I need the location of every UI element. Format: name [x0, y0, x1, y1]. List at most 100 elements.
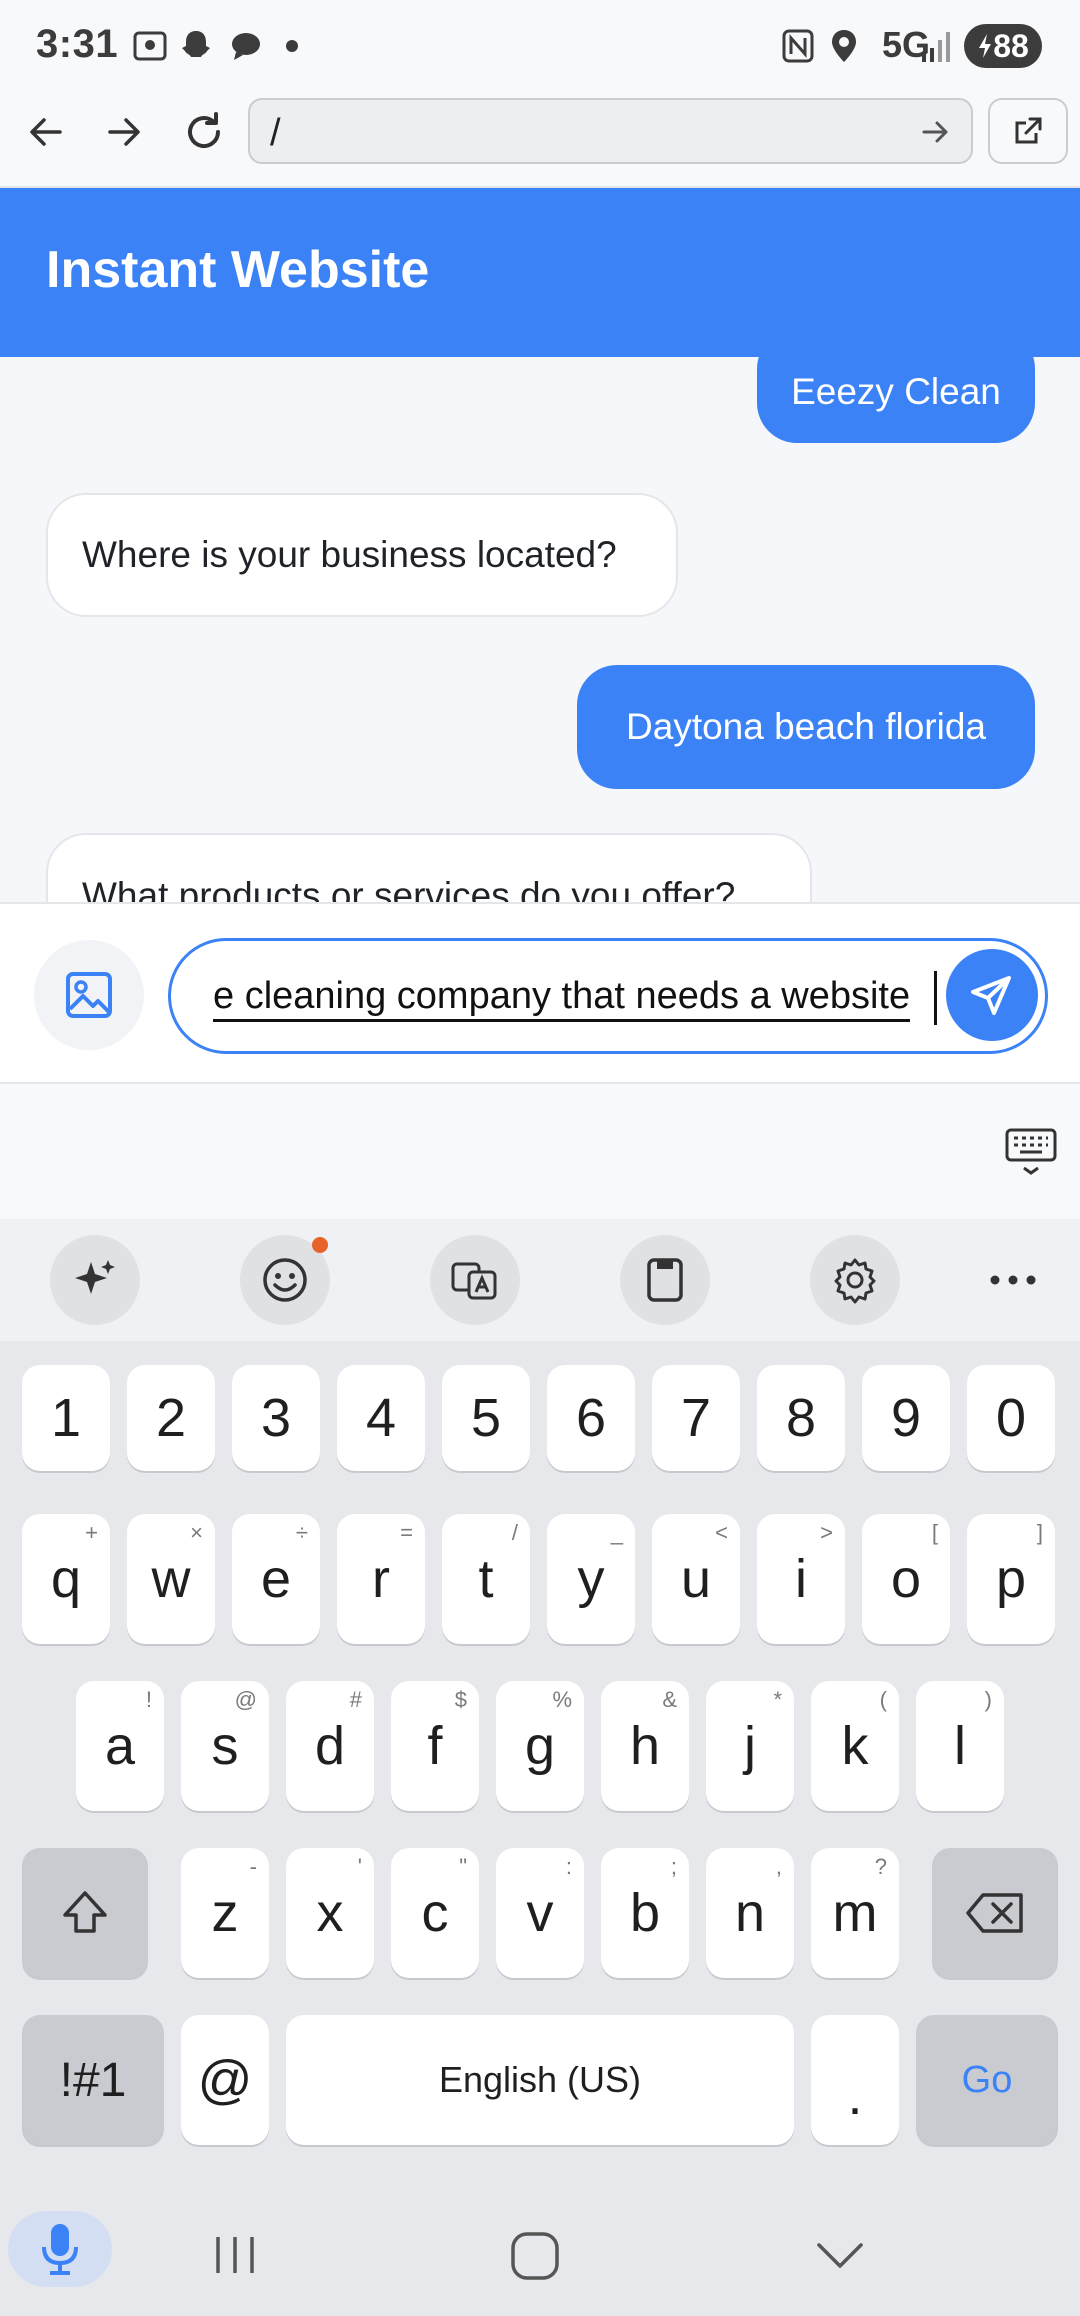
- voice-input-button[interactable]: [8, 2211, 112, 2287]
- attach-image-button[interactable]: [34, 940, 144, 1050]
- app-title: Instant Website: [46, 241, 430, 299]
- open-external-button[interactable]: [988, 98, 1068, 164]
- key-8[interactable]: 8: [757, 1365, 845, 1471]
- dot-icon: [286, 40, 298, 52]
- key-label: v: [526, 1883, 554, 1943]
- recent-apps-icon[interactable]: [210, 2231, 260, 2279]
- key-label: a: [104, 1716, 136, 1776]
- more-options-button[interactable]: [968, 1235, 1058, 1325]
- key-alt-label: ?: [874, 1854, 887, 1879]
- message-input[interactable]: e cleaning company that needs a website: [168, 938, 1048, 1054]
- key-w[interactable]: w ×: [127, 1514, 215, 1644]
- status-time: 3:31: [36, 22, 119, 66]
- key-l[interactable]: l): [916, 1681, 1004, 1811]
- key-v[interactable]: v:: [496, 1848, 584, 1978]
- key-5[interactable]: 5: [442, 1365, 530, 1471]
- key-alt-label: !: [145, 1687, 152, 1712]
- symbols-key[interactable]: !#1: [22, 2015, 164, 2145]
- back-icon[interactable]: [24, 110, 68, 154]
- key-t[interactable]: t /: [442, 1514, 530, 1644]
- key-z[interactable]: z-: [181, 1848, 269, 1978]
- key-label: e: [260, 1549, 292, 1609]
- key-label: 2: [155, 1388, 187, 1448]
- key-label: b: [629, 1883, 661, 1943]
- key-r[interactable]: r =: [337, 1514, 425, 1644]
- system-nav-bar: [0, 2211, 1080, 2316]
- key-i[interactable]: i >: [757, 1514, 845, 1644]
- gear-icon: [834, 1258, 876, 1304]
- key-h[interactable]: h &: [601, 1681, 689, 1811]
- key-s[interactable]: s @: [181, 1681, 269, 1811]
- keyboard-settings-button[interactable]: [810, 1235, 900, 1325]
- at-key[interactable]: @: [181, 2015, 269, 2145]
- key-alt-label: ÷: [295, 1520, 308, 1545]
- key-m[interactable]: m?: [811, 1848, 899, 1978]
- shift-icon: [63, 1891, 107, 1933]
- key-u[interactable]: u <: [652, 1514, 740, 1644]
- period-key[interactable]: .: [811, 2015, 899, 2145]
- key-x[interactable]: x ': [286, 1848, 374, 1978]
- key-p[interactable]: p]: [967, 1514, 1055, 1644]
- key-1[interactable]: 1: [22, 1365, 110, 1471]
- key-label: o: [890, 1549, 922, 1609]
- key-alt-label: @: [234, 1687, 257, 1712]
- charging-icon: [979, 34, 992, 58]
- key-label: 0: [995, 1388, 1027, 1448]
- key-label: 7: [680, 1388, 712, 1448]
- key-y[interactable]: y _: [547, 1514, 635, 1644]
- key-label: d: [314, 1716, 346, 1776]
- browser-toolbar: /: [0, 92, 1080, 188]
- key-k[interactable]: k(: [811, 1681, 899, 1811]
- key-d[interactable]: d #: [286, 1681, 374, 1811]
- key-label: y: [577, 1549, 605, 1609]
- key-e[interactable]: e ÷: [232, 1514, 320, 1644]
- emoji-button[interactable]: [240, 1235, 330, 1325]
- message-input-text[interactable]: e cleaning company that needs a website: [213, 973, 911, 1022]
- hide-keyboard-icon[interactable]: [1004, 1124, 1058, 1178]
- go-arrow-icon[interactable]: [919, 114, 953, 150]
- keyboard-handle-area: [0, 1084, 1080, 1219]
- snapchat-icon: [182, 31, 210, 57]
- forward-icon[interactable]: [102, 110, 146, 154]
- address-bar[interactable]: /: [248, 98, 973, 164]
- key-alt-label: ": [459, 1854, 467, 1879]
- key-0[interactable]: 0: [967, 1365, 1055, 1471]
- back-nav-icon[interactable]: [814, 2233, 866, 2277]
- key-n[interactable]: n,: [706, 1848, 794, 1978]
- backspace-key[interactable]: [932, 1848, 1058, 1978]
- send-button[interactable]: [946, 949, 1038, 1041]
- status-bar: 3:31 5G 88: [0, 0, 1080, 92]
- message-text: Eeezy Clean: [791, 371, 1001, 412]
- key-4[interactable]: 4: [337, 1365, 425, 1471]
- clipboard-button[interactable]: [620, 1235, 710, 1325]
- key-j[interactable]: j *: [706, 1681, 794, 1811]
- message-composer: e cleaning company that needs a website: [0, 902, 1080, 1084]
- key-alt-label: (: [879, 1687, 887, 1712]
- go-key[interactable]: Go: [916, 2015, 1058, 2145]
- key-2[interactable]: 2: [127, 1365, 215, 1471]
- home-icon[interactable]: [508, 2229, 562, 2283]
- key-alt-label: ,: [775, 1854, 782, 1879]
- key-b[interactable]: b;: [601, 1848, 689, 1978]
- ai-tools-button[interactable]: [50, 1235, 140, 1325]
- key-g[interactable]: g%: [496, 1681, 584, 1811]
- space-bar[interactable]: English (US): [286, 2015, 794, 2145]
- reload-icon[interactable]: [180, 108, 228, 156]
- key-label: 1: [50, 1388, 82, 1448]
- key-q[interactable]: q +: [22, 1514, 110, 1644]
- key-3[interactable]: 3: [232, 1365, 320, 1471]
- key-label: k: [841, 1716, 869, 1776]
- key-alt-label: %: [552, 1687, 572, 1712]
- shift-key[interactable]: [22, 1848, 148, 1978]
- chat-thread[interactable]: Eeezy Clean Where is your business locat…: [0, 357, 1080, 902]
- key-a[interactable]: a!: [76, 1681, 164, 1811]
- key-c[interactable]: c ": [391, 1848, 479, 1978]
- key-f[interactable]: f $: [391, 1681, 479, 1811]
- key-o[interactable]: o[: [862, 1514, 950, 1644]
- key-9[interactable]: 9: [862, 1365, 950, 1471]
- bot-message: What products or services do you offer?: [46, 833, 812, 902]
- translate-button[interactable]: [430, 1235, 520, 1325]
- address-text[interactable]: /: [270, 112, 281, 155]
- key-7[interactable]: 7: [652, 1365, 740, 1471]
- key-6[interactable]: 6: [547, 1365, 635, 1471]
